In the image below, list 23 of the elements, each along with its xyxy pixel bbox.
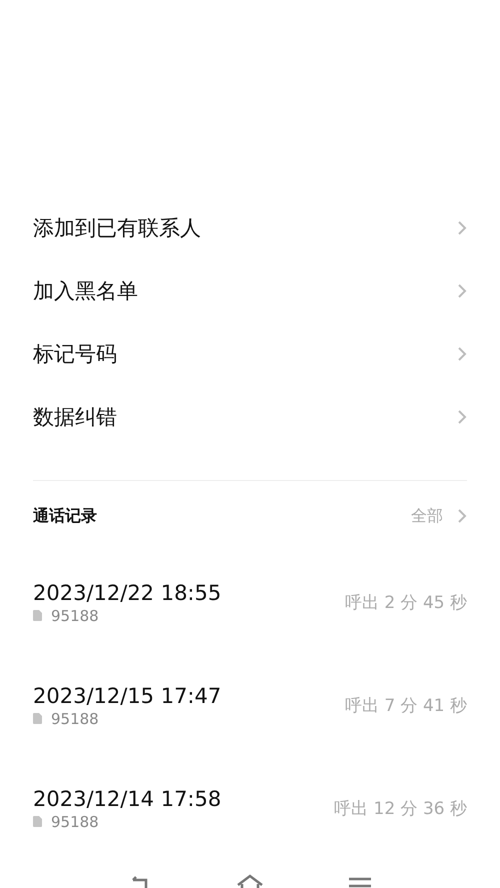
sim-card-icon xyxy=(33,816,42,827)
menu-item[interactable]: 标记号码 xyxy=(33,322,467,385)
sim-card-icon xyxy=(33,713,42,724)
chevron-icon xyxy=(457,282,467,298)
sim-card-icon xyxy=(33,610,42,621)
call-datetime: 2023/12/14 17:58 xyxy=(33,786,222,810)
call-datetime: 2023/12/15 17:47 xyxy=(33,684,222,708)
call-datetime: 2023/12/22 18:55 xyxy=(33,580,222,604)
call-duration: 呼出 7 分 41 秒 xyxy=(344,695,467,717)
phone-number: 95188 xyxy=(51,606,99,624)
home-icon[interactable] xyxy=(235,874,265,888)
phone-number: 95188 xyxy=(51,812,99,830)
call-duration: 呼出 12 分 36 秒 xyxy=(334,798,467,820)
chevron-icon xyxy=(457,346,467,362)
phone-number: 95188 xyxy=(51,710,99,728)
menu-item[interactable]: 数据纠错 xyxy=(33,385,467,448)
chevron-icon xyxy=(457,408,467,424)
chevron-icon xyxy=(457,508,467,524)
chevron-icon xyxy=(457,220,467,236)
menu-item[interactable]: 加入黑名单 xyxy=(33,259,467,322)
call-duration: 呼出 2 分 45 秒 xyxy=(344,592,467,614)
section-title: 通话记录 xyxy=(33,506,97,526)
menu-item[interactable]: 添加到已有联系人 xyxy=(33,196,467,259)
